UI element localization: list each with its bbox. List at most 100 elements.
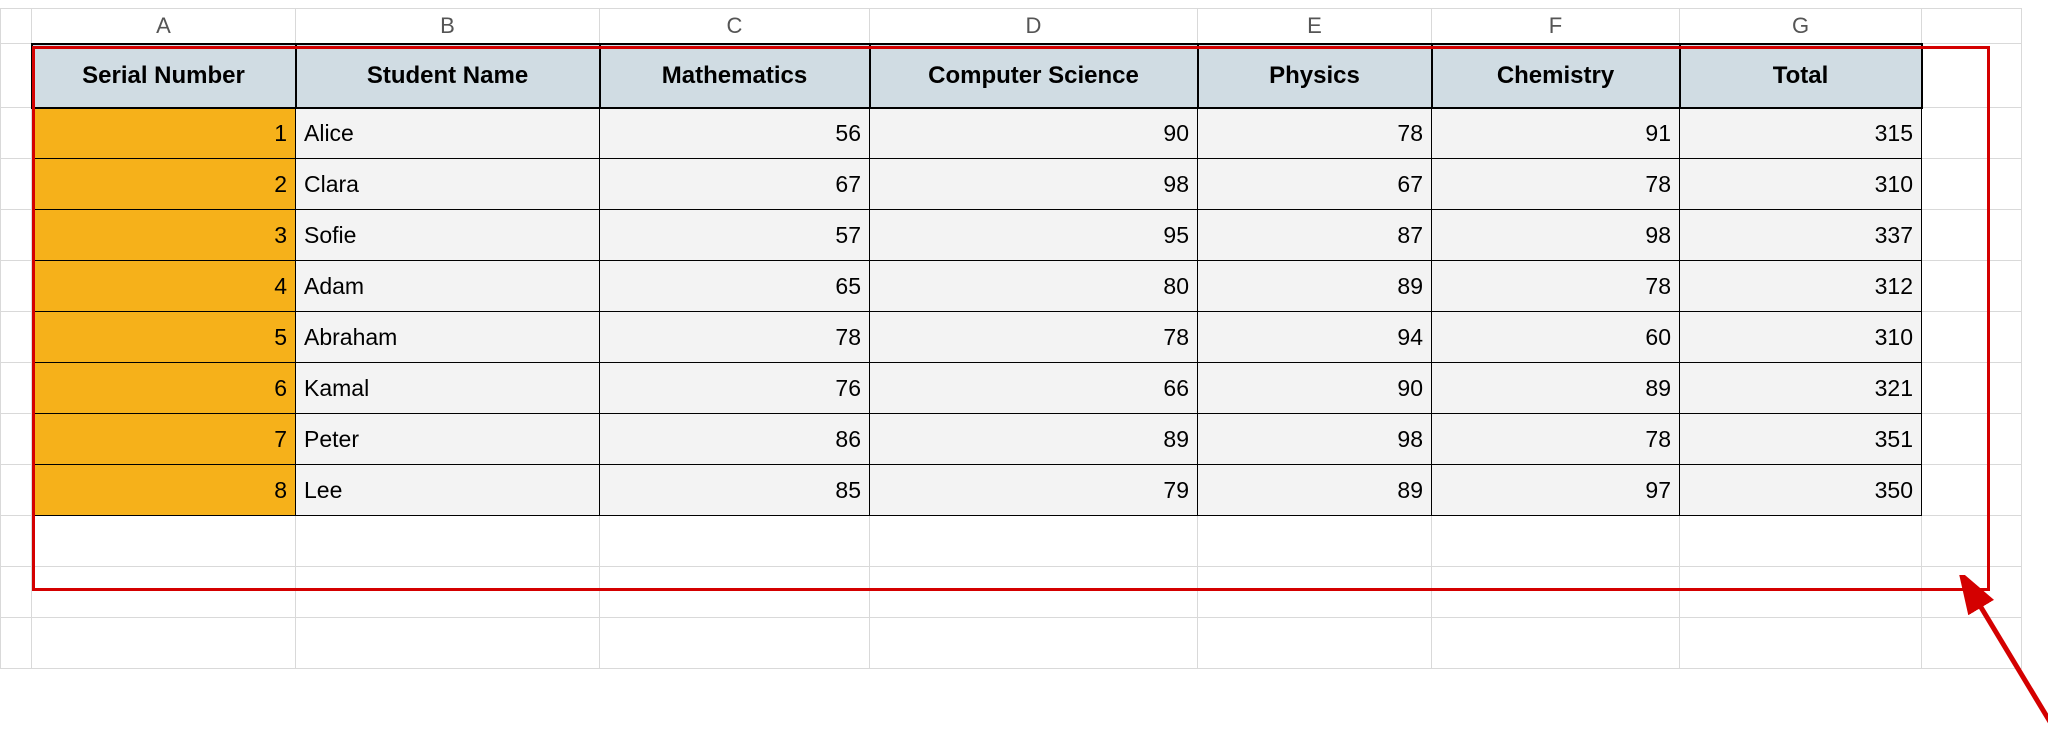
cell-physics[interactable]: 94 bbox=[1198, 312, 1432, 363]
cell-empty[interactable] bbox=[1922, 567, 2022, 618]
row-header[interactable] bbox=[1, 108, 32, 159]
cell-math[interactable]: 86 bbox=[600, 414, 870, 465]
cell-total[interactable]: 321 bbox=[1680, 363, 1922, 414]
cell-name[interactable]: Peter bbox=[296, 414, 600, 465]
column-header-extra[interactable] bbox=[1922, 9, 2022, 44]
cell-cs[interactable]: 80 bbox=[870, 261, 1198, 312]
cell-physics[interactable]: 67 bbox=[1198, 159, 1432, 210]
cell-empty[interactable] bbox=[1198, 567, 1432, 618]
cell-empty[interactable] bbox=[1432, 567, 1680, 618]
column-header-C[interactable]: C bbox=[600, 9, 870, 44]
cell-math[interactable]: 65 bbox=[600, 261, 870, 312]
cell-cs[interactable]: 66 bbox=[870, 363, 1198, 414]
cell-cs[interactable]: 98 bbox=[870, 159, 1198, 210]
cell-empty[interactable] bbox=[1922, 261, 2022, 312]
cell-name[interactable]: Sofie bbox=[296, 210, 600, 261]
row-header[interactable] bbox=[1, 210, 32, 261]
cell-cs[interactable]: 78 bbox=[870, 312, 1198, 363]
cell-physics[interactable]: 90 bbox=[1198, 363, 1432, 414]
column-header-G[interactable]: G bbox=[1680, 9, 1922, 44]
cell-math[interactable]: 78 bbox=[600, 312, 870, 363]
row-header[interactable] bbox=[1, 414, 32, 465]
cell-empty[interactable] bbox=[296, 567, 600, 618]
cell-math[interactable]: 57 bbox=[600, 210, 870, 261]
cell-chem[interactable]: 78 bbox=[1432, 159, 1680, 210]
cell-empty[interactable] bbox=[32, 516, 296, 567]
cell-empty[interactable] bbox=[1922, 210, 2022, 261]
cell-chem[interactable]: 78 bbox=[1432, 261, 1680, 312]
cell-chem[interactable]: 78 bbox=[1432, 414, 1680, 465]
cell-chem[interactable]: 91 bbox=[1432, 108, 1680, 159]
cell-physics[interactable]: 89 bbox=[1198, 465, 1432, 516]
cell-serial[interactable]: 6 bbox=[32, 363, 296, 414]
cell-cs[interactable]: 79 bbox=[870, 465, 1198, 516]
cell-serial[interactable]: 7 bbox=[32, 414, 296, 465]
cell-empty[interactable] bbox=[870, 516, 1198, 567]
cell-total[interactable]: 315 bbox=[1680, 108, 1922, 159]
cell-math[interactable]: 85 bbox=[600, 465, 870, 516]
header-physics[interactable]: Physics bbox=[1198, 44, 1432, 108]
row-header[interactable] bbox=[1, 567, 32, 618]
cell-empty[interactable] bbox=[1432, 618, 1680, 669]
row-header[interactable] bbox=[1, 516, 32, 567]
column-header-D[interactable]: D bbox=[870, 9, 1198, 44]
cell-empty[interactable] bbox=[870, 618, 1198, 669]
cell-name[interactable]: Abraham bbox=[296, 312, 600, 363]
cell-math[interactable]: 56 bbox=[600, 108, 870, 159]
header-mathematics[interactable]: Mathematics bbox=[600, 44, 870, 108]
cell-physics[interactable]: 78 bbox=[1198, 108, 1432, 159]
cell-chem[interactable]: 60 bbox=[1432, 312, 1680, 363]
cell-cs[interactable]: 95 bbox=[870, 210, 1198, 261]
cell-empty[interactable] bbox=[1922, 159, 2022, 210]
cell-total[interactable]: 310 bbox=[1680, 312, 1922, 363]
cell-empty[interactable] bbox=[1922, 414, 2022, 465]
cell-chem[interactable]: 89 bbox=[1432, 363, 1680, 414]
row-header-blank-1[interactable] bbox=[1, 44, 32, 108]
row-header[interactable] bbox=[1, 261, 32, 312]
cell-total[interactable]: 312 bbox=[1680, 261, 1922, 312]
cell-cs[interactable]: 89 bbox=[870, 414, 1198, 465]
cell-name[interactable]: Alice bbox=[296, 108, 600, 159]
header-computer-science[interactable]: Computer Science bbox=[870, 44, 1198, 108]
cell-empty[interactable] bbox=[32, 567, 296, 618]
cell-chem[interactable]: 98 bbox=[1432, 210, 1680, 261]
cell-cs[interactable]: 90 bbox=[870, 108, 1198, 159]
header-student-name[interactable]: Student Name bbox=[296, 44, 600, 108]
row-header[interactable] bbox=[1, 465, 32, 516]
cell-serial[interactable]: 8 bbox=[32, 465, 296, 516]
cell-total[interactable]: 337 bbox=[1680, 210, 1922, 261]
cell-empty[interactable] bbox=[1198, 516, 1432, 567]
cell-empty[interactable] bbox=[1922, 44, 2022, 108]
column-header-B[interactable]: B bbox=[296, 9, 600, 44]
cell-empty[interactable] bbox=[296, 516, 600, 567]
cell-empty[interactable] bbox=[1922, 363, 2022, 414]
cell-serial[interactable]: 3 bbox=[32, 210, 296, 261]
cell-empty[interactable] bbox=[1680, 618, 1922, 669]
cell-math[interactable]: 67 bbox=[600, 159, 870, 210]
cell-serial[interactable]: 5 bbox=[32, 312, 296, 363]
row-header[interactable] bbox=[1, 312, 32, 363]
cell-empty[interactable] bbox=[32, 618, 296, 669]
header-total[interactable]: Total bbox=[1680, 44, 1922, 108]
cell-empty[interactable] bbox=[1922, 516, 2022, 567]
cell-empty[interactable] bbox=[1922, 618, 2022, 669]
header-serial-number[interactable]: Serial Number bbox=[32, 44, 296, 108]
column-header-F[interactable]: F bbox=[1432, 9, 1680, 44]
cell-empty[interactable] bbox=[1432, 516, 1680, 567]
cell-total[interactable]: 310 bbox=[1680, 159, 1922, 210]
cell-empty[interactable] bbox=[870, 567, 1198, 618]
cell-name[interactable]: Lee bbox=[296, 465, 600, 516]
column-header-A[interactable]: A bbox=[32, 9, 296, 44]
row-header[interactable] bbox=[1, 618, 32, 669]
cell-name[interactable]: Clara bbox=[296, 159, 600, 210]
cell-name[interactable]: Adam bbox=[296, 261, 600, 312]
cell-empty[interactable] bbox=[296, 618, 600, 669]
cell-empty[interactable] bbox=[600, 516, 870, 567]
cell-empty[interactable] bbox=[1922, 312, 2022, 363]
cell-physics[interactable]: 87 bbox=[1198, 210, 1432, 261]
cell-physics[interactable]: 89 bbox=[1198, 261, 1432, 312]
cell-serial[interactable]: 2 bbox=[32, 159, 296, 210]
select-all-corner[interactable] bbox=[1, 9, 32, 44]
cell-empty[interactable] bbox=[1680, 567, 1922, 618]
cell-serial[interactable]: 4 bbox=[32, 261, 296, 312]
